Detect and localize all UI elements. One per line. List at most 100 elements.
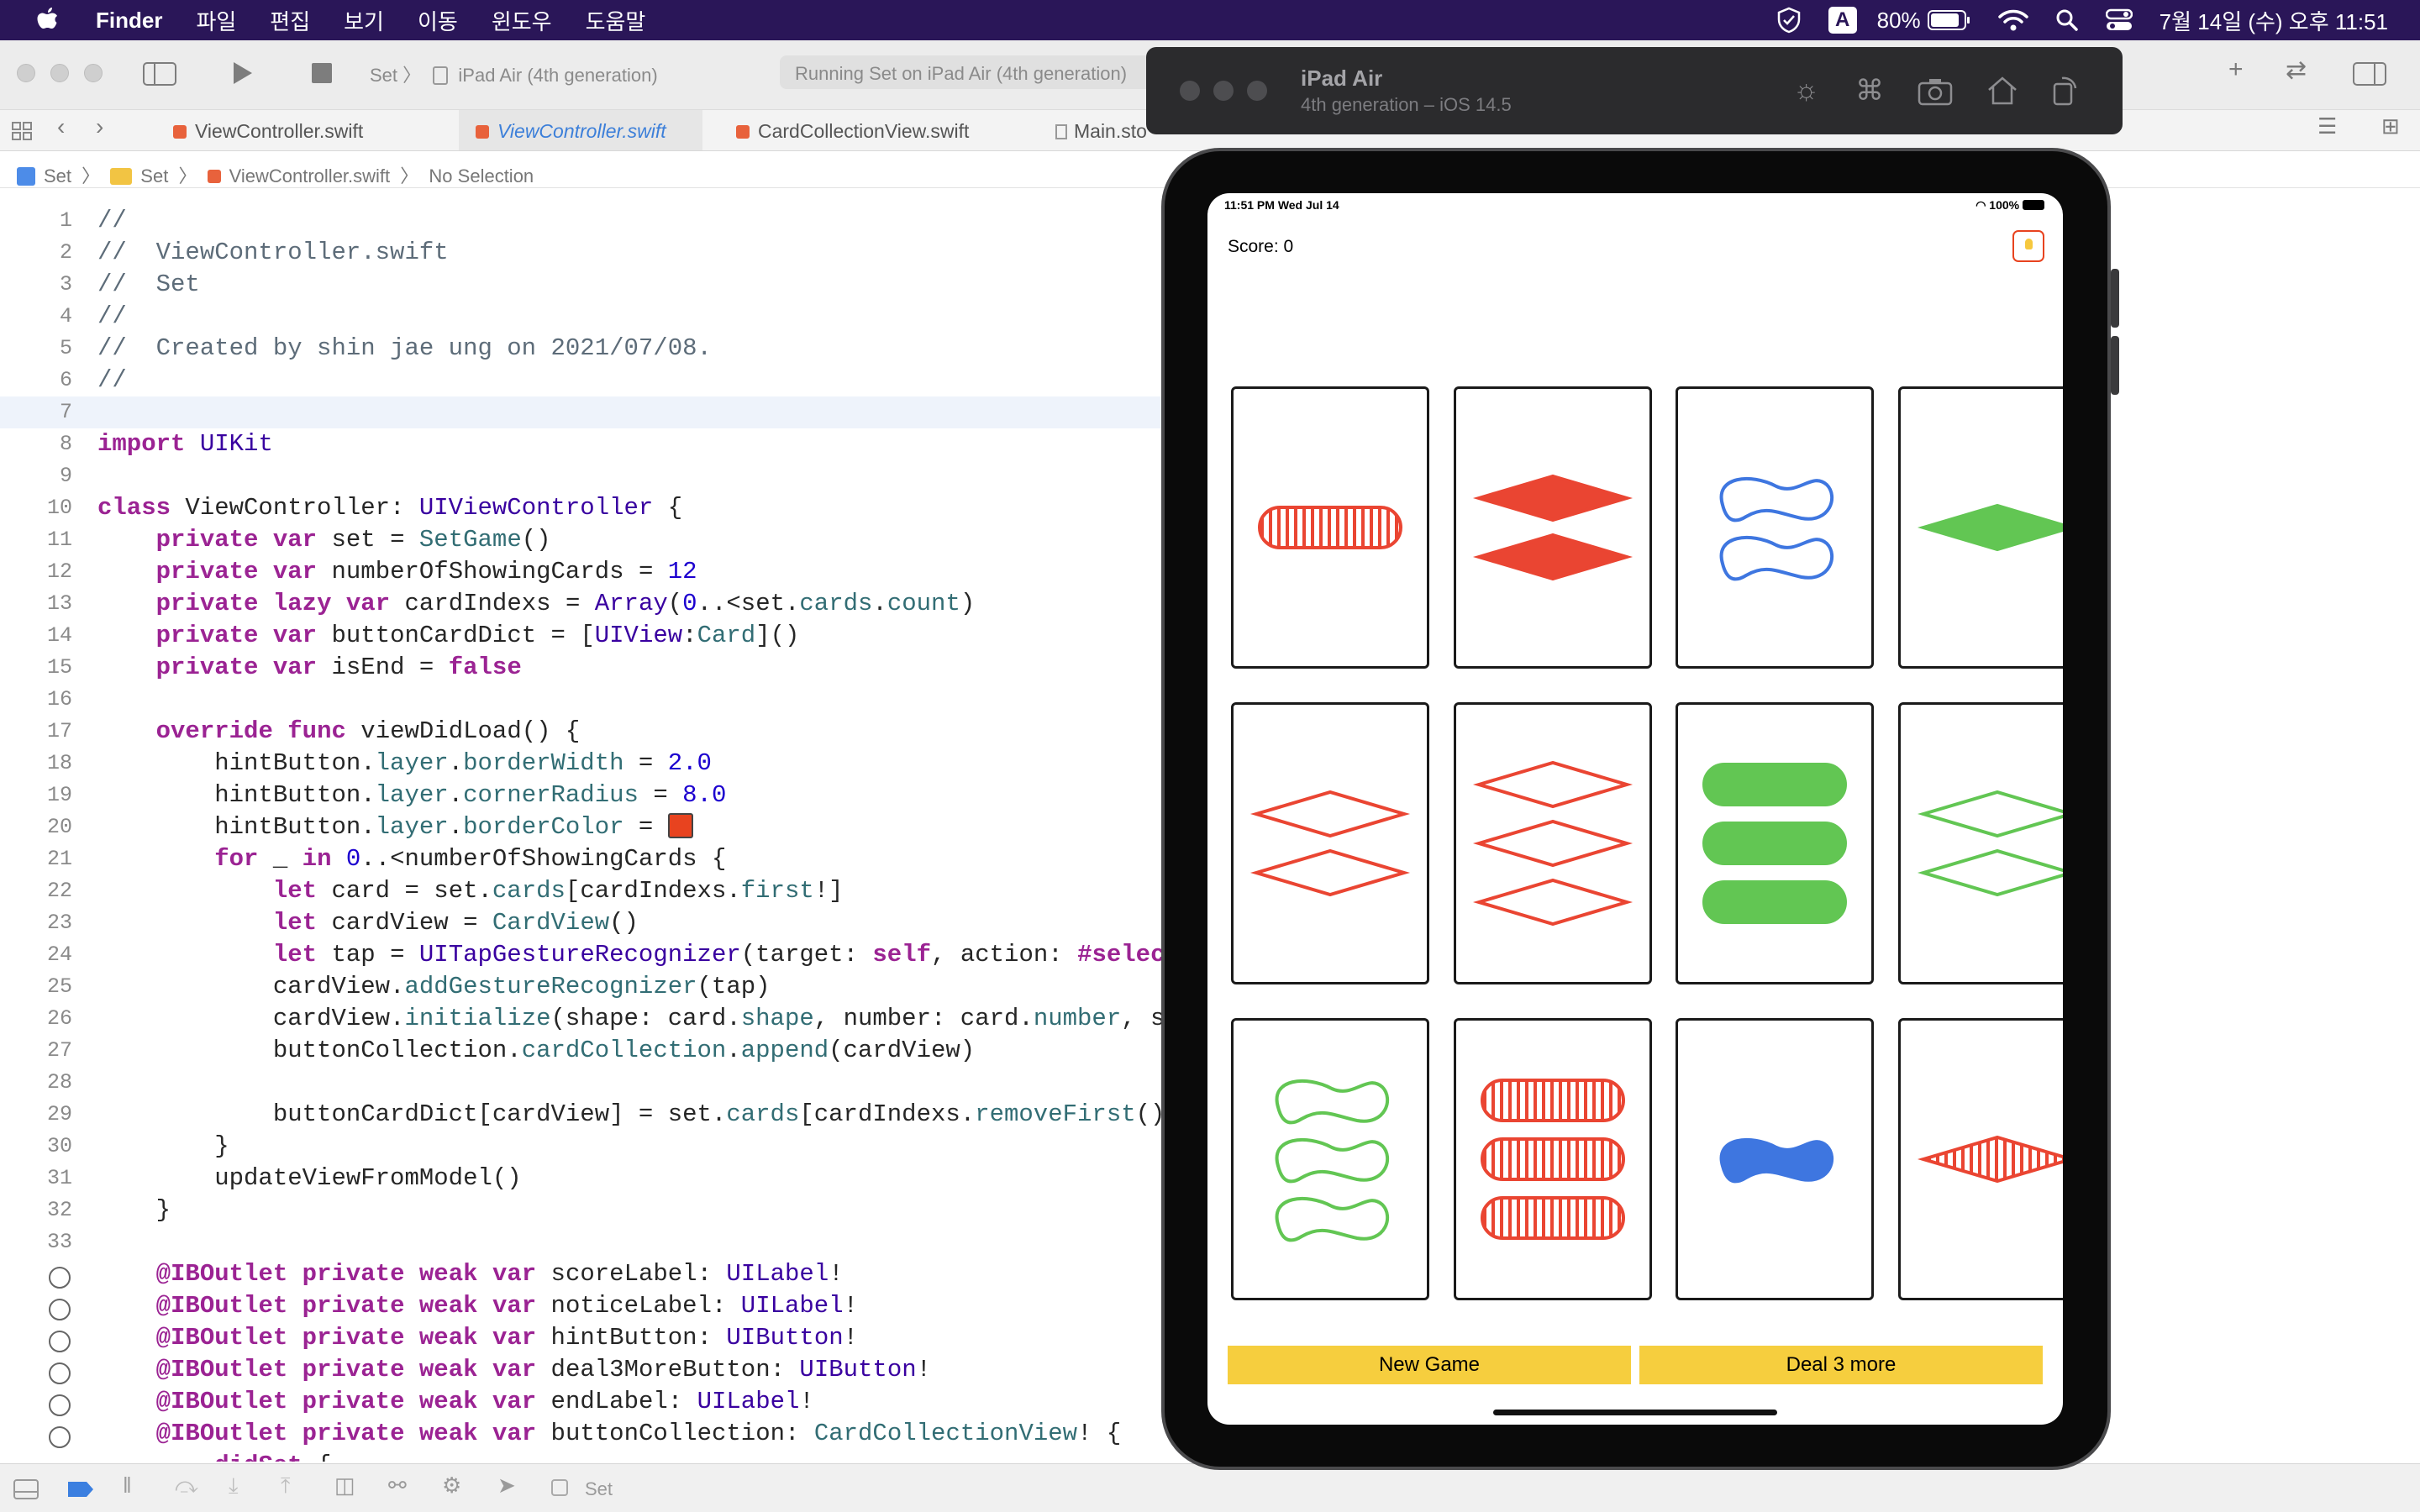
inspector-toggle-icon[interactable] xyxy=(2353,62,2386,86)
code-line[interactable]: @IBOutlet private weak var buttonCollect… xyxy=(0,1418,1168,1450)
line-number[interactable]: 26 xyxy=(0,1003,72,1035)
simulate-location-icon[interactable]: ➤ xyxy=(497,1473,516,1499)
code-line[interactable]: 16 xyxy=(0,684,1168,716)
line-number[interactable]: 20 xyxy=(0,811,72,843)
code-line[interactable]: @IBOutlet private weak var noticeLabel: … xyxy=(0,1290,1168,1322)
set-card[interactable] xyxy=(1676,386,1875,669)
apple-menu-icon[interactable] xyxy=(34,6,60,34)
code-line[interactable]: 31 updateViewFromModel() xyxy=(0,1163,1168,1194)
scheme-selector[interactable]: Set 〉 iPad Air (4th generation) xyxy=(370,60,658,87)
code-line[interactable]: 15 private var isEnd = false xyxy=(0,652,1168,684)
line-number[interactable]: 11 xyxy=(0,524,72,556)
pause-icon[interactable]: ‖ xyxy=(123,1473,132,1499)
outlet-connection-icon[interactable] xyxy=(49,1267,71,1289)
screenshot-camera-icon[interactable] xyxy=(1918,77,1953,106)
simulator-zoom-button[interactable] xyxy=(1247,81,1267,101)
view-hierarchy-icon[interactable]: ◫ xyxy=(334,1473,355,1499)
control-center-icon[interactable] xyxy=(2105,8,2133,32)
jump-group[interactable]: Set xyxy=(140,165,168,186)
line-number[interactable]: 1 xyxy=(0,205,72,237)
line-number[interactable]: 3 xyxy=(0,269,72,301)
outlet-connection-icon[interactable] xyxy=(49,1331,71,1352)
spotlight-search-icon[interactable] xyxy=(2055,8,2079,32)
line-number[interactable]: 31 xyxy=(0,1163,72,1194)
step-over-icon[interactable]: ⤼ xyxy=(175,1473,198,1499)
line-number[interactable]: 32 xyxy=(0,1194,72,1226)
outlet-connection-icon[interactable] xyxy=(49,1362,71,1384)
line-number[interactable]: 8 xyxy=(0,428,72,460)
code-line[interactable]: 33 xyxy=(0,1226,1168,1258)
home-icon[interactable] xyxy=(1986,76,2018,106)
set-card[interactable] xyxy=(1453,1018,1652,1300)
menu-window[interactable]: 윈도우 xyxy=(492,5,552,36)
line-number[interactable]: 6 xyxy=(0,365,72,396)
command-icon[interactable]: ⌘ xyxy=(1855,74,1884,108)
tab-cardcollectionview[interactable]: CardCollectionView.swift xyxy=(736,110,1030,150)
jump-file[interactable]: ViewController.swift xyxy=(229,165,391,186)
line-number[interactable]: 9 xyxy=(0,460,72,492)
code-line[interactable]: 14 private var buttonCardDict = [UIView:… xyxy=(0,620,1168,652)
code-line[interactable]: 10 class ViewController: UIViewController… xyxy=(0,492,1168,524)
step-out-icon[interactable]: ⤒ xyxy=(281,1473,291,1499)
set-card[interactable] xyxy=(1453,702,1652,984)
code-line[interactable]: 17 override func viewDidLoad() { xyxy=(0,716,1168,748)
code-line[interactable]: didSet { xyxy=(0,1450,1168,1462)
code-line[interactable]: 7 xyxy=(0,396,1168,428)
line-number[interactable]: 28 xyxy=(0,1067,72,1099)
set-card[interactable] xyxy=(1897,702,2063,984)
code-line[interactable]: 32 } xyxy=(0,1194,1168,1226)
new-game-button[interactable]: New Game xyxy=(1228,1346,1631,1384)
color-literal-swatch[interactable] xyxy=(667,813,693,838)
line-number[interactable]: 23 xyxy=(0,907,72,939)
code-line[interactable]: 25 cardView.addGestureRecognizer(tap) xyxy=(0,971,1168,1003)
line-number[interactable]: 14 xyxy=(0,620,72,652)
set-card[interactable] xyxy=(1897,386,2063,669)
tab-main-storyboard[interactable]: Main.storyboard (Base) xyxy=(1055,110,1148,150)
menu-edit[interactable]: 편집 xyxy=(270,5,310,36)
brightness-icon[interactable]: ☼ xyxy=(1793,74,1819,107)
line-number[interactable]: 17 xyxy=(0,716,72,748)
jump-project[interactable]: Set xyxy=(44,165,71,186)
tab-viewcontroller-1[interactable]: ViewController.swift xyxy=(173,110,434,150)
code-line[interactable]: 8 import UIKit xyxy=(0,428,1168,460)
line-number[interactable]: 24 xyxy=(0,939,72,971)
code-line[interactable]: 3 // Set xyxy=(0,269,1168,301)
code-line[interactable]: 9 xyxy=(0,460,1168,492)
code-line[interactable]: 6 // xyxy=(0,365,1168,396)
line-number[interactable]: 7 xyxy=(0,396,72,428)
tab-viewcontroller-2[interactable]: ViewController.swift xyxy=(459,110,702,150)
navigator-toggle-icon[interactable] xyxy=(143,62,176,86)
code-line[interactable]: @IBOutlet private weak var endLabel: UIL… xyxy=(0,1386,1168,1418)
line-number[interactable]: 25 xyxy=(0,971,72,1003)
simulator-close-button[interactable] xyxy=(1180,81,1200,101)
line-number[interactable]: 27 xyxy=(0,1035,72,1067)
menubar-clock[interactable]: 7월 14일 (수) 오후 11:51 xyxy=(2160,5,2388,36)
code-line[interactable]: 5 // Created by shin jae ung on 2021/07/0… xyxy=(0,333,1168,365)
rotate-icon[interactable] xyxy=(2050,76,2079,106)
grid-icon[interactable] xyxy=(12,122,32,140)
battery-icon[interactable] xyxy=(1927,9,1971,31)
code-line[interactable]: 11 private var set = SetGame() xyxy=(0,524,1168,556)
line-number[interactable]: 30 xyxy=(0,1131,72,1163)
breakpoints-icon[interactable] xyxy=(67,1481,94,1498)
line-number[interactable]: 12 xyxy=(0,556,72,588)
line-number[interactable]: 29 xyxy=(0,1099,72,1131)
simulator-minimize-button[interactable] xyxy=(1213,81,1234,101)
code-line[interactable]: 22 let card = set.cards[cardIndexs.first… xyxy=(0,875,1168,907)
add-editor-icon[interactable]: ⊞ xyxy=(2381,113,2400,139)
code-line[interactable]: @IBOutlet private weak var scoreLabel: U… xyxy=(0,1258,1168,1290)
back-chevron-icon[interactable]: ‹ xyxy=(57,113,65,140)
line-number[interactable]: 21 xyxy=(0,843,72,875)
outlet-connection-icon[interactable] xyxy=(49,1299,71,1320)
code-line[interactable]: 13 private lazy var cardIndexs = Array(0… xyxy=(0,588,1168,620)
code-line[interactable]: 12 private var numberOfShowingCards = 12 xyxy=(0,556,1168,588)
deal-3-more-button[interactable]: Deal 3 more xyxy=(1639,1346,2043,1384)
code-line[interactable]: 26 cardView.initialize(shape: card.shape… xyxy=(0,1003,1168,1035)
set-card[interactable] xyxy=(1231,386,1429,669)
stop-icon[interactable] xyxy=(311,62,333,84)
line-number[interactable]: 33 xyxy=(0,1226,72,1258)
debug-scheme-label[interactable]: Set xyxy=(585,1478,613,1500)
code-line[interactable]: 18 hintButton.layer.borderWidth = 2.0 xyxy=(0,748,1168,780)
code-line[interactable]: 23 let cardView = CardView() xyxy=(0,907,1168,939)
hide-debug-area-icon[interactable] xyxy=(13,1479,39,1499)
